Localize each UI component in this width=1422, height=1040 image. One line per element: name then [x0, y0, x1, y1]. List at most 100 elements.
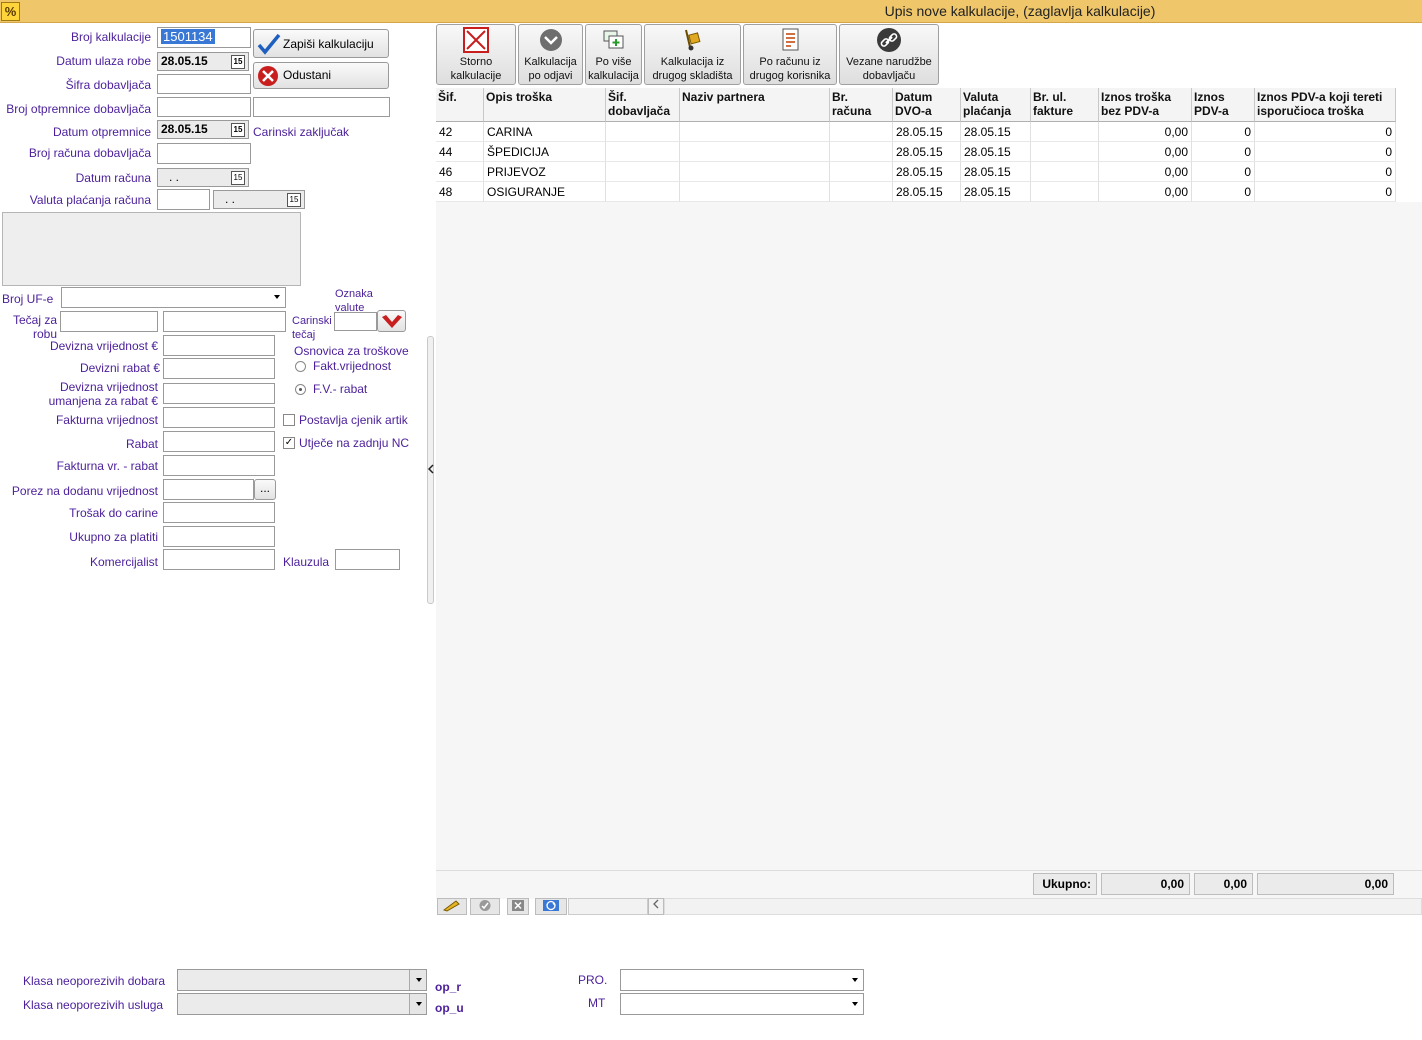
table-cell[interactable]	[830, 142, 893, 162]
devizna-umanjena-input[interactable]	[163, 383, 275, 404]
col-naziv-partnera[interactable]: Naziv partnera	[680, 88, 830, 122]
radio-fv-rabat[interactable]	[295, 384, 306, 395]
scroll-left-button[interactable]	[648, 898, 664, 915]
table-cell[interactable]: OSIGURANJE	[484, 182, 606, 202]
broj-kalkulacije-input[interactable]: 1501134	[157, 27, 251, 48]
broj-racuna-input[interactable]	[157, 143, 251, 164]
datum-racuna-input[interactable]: . . 15	[157, 168, 249, 187]
table-cell[interactable]: 28.05.15	[961, 182, 1031, 202]
fakturna-vrijednost-input[interactable]	[163, 407, 275, 428]
klasa-dobara-dropdown[interactable]	[177, 969, 427, 991]
table-cell[interactable]: CARINA	[484, 122, 606, 142]
panel-splitter[interactable]	[427, 336, 434, 604]
table-cell[interactable]: 28.05.15	[893, 142, 961, 162]
table-cell[interactable]	[830, 162, 893, 182]
oznaka-valute-input[interactable]	[334, 312, 377, 331]
po-racunu-korisnika-button[interactable]: Po računu iz drugog korisnika	[743, 24, 837, 85]
cancel-button[interactable]: Odustani	[253, 62, 389, 89]
kalkulacija-po-odjavi-button[interactable]: Kalkulacija po odjavi	[518, 24, 583, 85]
devizni-rabat-input[interactable]	[163, 358, 275, 379]
broj-otpremnice-input[interactable]	[157, 97, 251, 117]
table-cell[interactable]: 28.05.15	[961, 142, 1031, 162]
horizontal-scrollbar[interactable]	[664, 898, 1422, 915]
table-cell[interactable]: ŠPEDICIJA	[484, 142, 606, 162]
col-opis[interactable]: Opis troška	[484, 88, 606, 122]
klauzula-input[interactable]	[335, 549, 400, 570]
table-cell[interactable]: 44	[436, 142, 484, 162]
col-sif-dobavljaca[interactable]: Šif. dobavljača	[606, 88, 680, 122]
valuta-placanja-input[interactable]: . . 15	[213, 190, 305, 209]
col-br-racuna[interactable]: Br. računa	[830, 88, 893, 122]
table-cell[interactable]: 46	[436, 162, 484, 182]
table-cell[interactable]: 0,00	[1099, 142, 1192, 162]
post-button[interactable]	[470, 898, 500, 915]
table-cell[interactable]: 0	[1255, 162, 1396, 182]
calendar-icon[interactable]: 15	[231, 55, 245, 69]
save-button[interactable]: Zapiši kalkulaciju	[253, 29, 389, 58]
sifra-dobavljaca-input[interactable]	[157, 74, 251, 94]
devizna-vrijednost-input[interactable]	[163, 335, 275, 356]
table-cell[interactable]	[680, 162, 830, 182]
mt-dropdown[interactable]	[620, 993, 864, 1015]
klasa-usluga-dropdown[interactable]	[177, 993, 427, 1015]
partner-name-input[interactable]	[253, 97, 390, 117]
valuta-days-input[interactable]	[157, 189, 210, 210]
currency-select-button[interactable]	[377, 310, 406, 332]
ukupno-za-platiti-input[interactable]	[163, 526, 275, 547]
calendar-icon[interactable]: 15	[287, 193, 301, 207]
broj-ufe-dropdown[interactable]	[61, 287, 286, 308]
table-cell[interactable]	[830, 122, 893, 142]
table-cell[interactable]	[606, 182, 680, 202]
table-cell[interactable]: 0	[1192, 162, 1255, 182]
pdv-input[interactable]	[163, 479, 254, 500]
notes-memo[interactable]	[2, 212, 301, 286]
table-cell[interactable]: 0,00	[1099, 162, 1192, 182]
table-cell[interactable]: 0	[1192, 142, 1255, 162]
table-cell[interactable]: 0	[1192, 122, 1255, 142]
table-cell[interactable]	[1031, 182, 1099, 202]
table-cell[interactable]	[1031, 142, 1099, 162]
storno-button[interactable]: Storno kalkulacije	[436, 24, 516, 85]
table-cell[interactable]: 42	[436, 122, 484, 142]
kalkulacija-iz-skladista-button[interactable]: Kalkulacija iz drugog skladišta	[644, 24, 741, 85]
table-cell[interactable]	[1031, 162, 1099, 182]
table-cell[interactable]: PRIJEVOZ	[484, 162, 606, 182]
pdv-lookup-button[interactable]: ...	[254, 479, 276, 500]
chk-postavlja-cjenik[interactable]	[283, 414, 295, 426]
table-cell[interactable]: 0	[1255, 122, 1396, 142]
table-cell[interactable]	[606, 142, 680, 162]
table-cell[interactable]	[830, 182, 893, 202]
table-cell[interactable]: 0	[1255, 142, 1396, 162]
table-cell[interactable]	[606, 122, 680, 142]
po-vise-kalkulacija-button[interactable]: Po više kalkulacija	[585, 24, 642, 85]
col-valuta[interactable]: Valuta plaćanja	[961, 88, 1031, 122]
table-cell[interactable]: 0	[1255, 182, 1396, 202]
edit-pencil-button[interactable]	[437, 898, 467, 915]
table-cell[interactable]: 0,00	[1099, 122, 1192, 142]
chk-utjece-nc[interactable]: ✓	[283, 437, 295, 449]
pro-dropdown[interactable]	[620, 969, 864, 991]
datum-otpremnice-input[interactable]: 28.05.15 15	[157, 120, 249, 139]
table-cell[interactable]: 0	[1192, 182, 1255, 202]
calendar-icon[interactable]: 15	[231, 123, 245, 137]
col-pdv-isporucioca[interactable]: Iznos PDV-a koji tereti isporučioca trošk…	[1255, 88, 1396, 122]
table-cell[interactable]: 28.05.15	[893, 122, 961, 142]
radio-fakt-vrijednost[interactable]	[295, 361, 306, 372]
col-iznos-bez-pdv[interactable]: Iznos troška bez PDV-a	[1099, 88, 1192, 122]
trosak-do-carine-input[interactable]	[163, 502, 275, 523]
table-cell[interactable]	[680, 182, 830, 202]
vezane-narudzbe-button[interactable]: Vezane narudžbe dobavljaču	[839, 24, 939, 85]
table-cell[interactable]	[680, 142, 830, 162]
table-cell[interactable]: 28.05.15	[961, 162, 1031, 182]
col-sif[interactable]: Šif.	[436, 88, 484, 122]
refresh-button[interactable]	[535, 898, 567, 915]
table-cell[interactable]: 28.05.15	[893, 182, 961, 202]
datum-ulaza-input[interactable]: 28.05.15 15	[157, 52, 249, 71]
col-br-ul-fakture[interactable]: Br. ul. fakture	[1031, 88, 1099, 122]
calendar-icon[interactable]: 15	[231, 171, 245, 185]
table-cell[interactable]	[680, 122, 830, 142]
table-cell[interactable]	[1031, 122, 1099, 142]
table-cell[interactable]: 0,00	[1099, 182, 1192, 202]
table-cell[interactable]: 28.05.15	[893, 162, 961, 182]
rabat-input[interactable]	[163, 431, 275, 452]
